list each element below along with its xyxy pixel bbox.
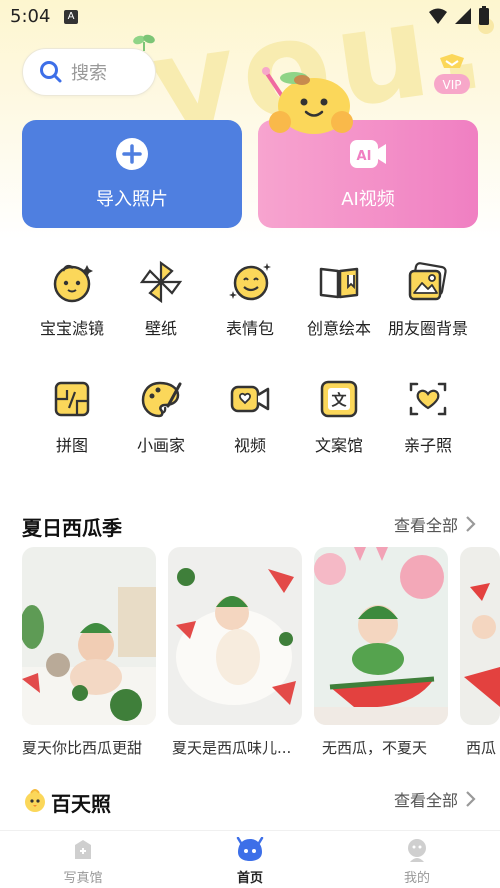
- sleeping-baby-photo: [168, 547, 302, 725]
- home-face-icon: [236, 837, 264, 861]
- summer-card-2[interactable]: [168, 547, 302, 725]
- status-time: 5:04: [10, 6, 51, 27]
- nav-label: 写真馆: [63, 871, 103, 886]
- feature-label: 朋友圈背景: [387, 319, 468, 338]
- bottom-navigation: 写真馆 首页 我的: [0, 830, 500, 888]
- feature-moments-background[interactable]: 朋友圈背景: [383, 259, 473, 339]
- feature-wallpaper[interactable]: 壁纸: [116, 259, 206, 339]
- feature-painter[interactable]: 小画家: [116, 376, 206, 456]
- text-icon: 文: [320, 380, 358, 418]
- see-all-label: 查看全部: [394, 791, 459, 810]
- import-photos-button[interactable]: 导入照片: [22, 120, 242, 228]
- puzzle-icon: [54, 381, 90, 417]
- vip-label: VIP: [443, 78, 462, 92]
- ai-video-icon: AI: [350, 140, 386, 168]
- heart-frame-icon: [409, 382, 447, 416]
- feature-label: 表情包: [225, 319, 274, 338]
- mascot-illustration: [262, 67, 353, 134]
- import-photos-label: 导入照片: [96, 189, 168, 210]
- feature-label: 亲子照: [403, 436, 452, 455]
- baby-face-icon: [53, 264, 93, 303]
- photo-icon: [408, 262, 447, 301]
- feature-copywriting[interactable]: 文 文案馆: [294, 376, 384, 456]
- status-bar: 5:04 A: [0, 0, 500, 34]
- summer-card-4-caption: 西瓜: [466, 739, 497, 757]
- feature-baby-filter[interactable]: 宝宝滤镜: [27, 259, 117, 339]
- feature-label: 壁纸: [144, 319, 177, 338]
- summer-card-3-caption: 无西瓜，不夏天: [322, 739, 428, 757]
- feature-picture-book[interactable]: 创意绘本: [294, 259, 384, 339]
- studio-icon: [75, 840, 91, 859]
- palette-icon: [141, 381, 182, 418]
- section-title-summer: 夏日西瓜季: [22, 516, 122, 540]
- see-all-hundred-days-button[interactable]: 查看全部: [394, 787, 476, 811]
- feature-family-photo[interactable]: 亲子照: [383, 376, 473, 456]
- feature-label: 视频: [233, 436, 266, 455]
- feature-label: 宝宝滤镜: [39, 319, 104, 338]
- feature-stickers[interactable]: 表情包: [205, 259, 295, 339]
- search-icon: [40, 61, 62, 83]
- feature-collage[interactable]: 拼图: [27, 376, 117, 456]
- vip-badge[interactable]: VIP: [430, 52, 474, 98]
- ai-video-label: AI视频: [341, 189, 395, 210]
- feature-label: 拼图: [55, 436, 88, 455]
- signal-icon: [455, 8, 471, 24]
- status-icons: [428, 6, 490, 26]
- nav-label: 我的: [403, 871, 430, 886]
- baby-watermelon-photo: [22, 547, 156, 725]
- summer-card-1-caption: 夏天你比西瓜更甜: [22, 739, 143, 757]
- baby-with-watermelon-photo: [314, 547, 448, 725]
- summer-card-3[interactable]: [314, 547, 448, 725]
- section-title-hundred-days: 百天照: [51, 792, 111, 816]
- battery-icon: [479, 6, 489, 25]
- see-all-label: 查看全部: [394, 516, 459, 535]
- video-icon: [230, 385, 270, 413]
- summer-card-2-caption: 夏天是西瓜味儿...: [172, 739, 292, 757]
- ai-video-button[interactable]: AI AI视频: [258, 120, 478, 228]
- nav-tab-profile[interactable]: 我的: [372, 837, 462, 886]
- chevron-right-icon: [466, 516, 476, 532]
- chick-icon: [25, 789, 45, 812]
- search-placeholder: 搜索: [71, 63, 107, 84]
- plus-circle-icon: [116, 138, 148, 170]
- see-all-summer-button[interactable]: 查看全部: [394, 512, 476, 536]
- pinwheel-icon: [139, 260, 183, 304]
- feature-label: 小画家: [136, 436, 185, 455]
- summer-card-4[interactable]: [460, 547, 500, 725]
- text-icon-glyph: 文: [331, 391, 347, 409]
- watermelon-photo-partial: [460, 547, 500, 725]
- book-icon: [319, 267, 359, 299]
- smiley-icon: [229, 263, 271, 301]
- nav-tab-studio[interactable]: 写真馆: [38, 837, 128, 886]
- ai-video-icon-text: AI: [357, 149, 372, 164]
- search-input[interactable]: 搜索: [22, 48, 156, 96]
- feature-label: 创意绘本: [306, 319, 371, 338]
- sprout-icon: [133, 34, 155, 51]
- chevron-right-icon: [466, 791, 476, 807]
- nav-label: 首页: [236, 871, 263, 886]
- feature-video[interactable]: 视频: [205, 376, 295, 456]
- notification-icon: A: [64, 10, 78, 24]
- profile-icon: [408, 839, 426, 862]
- nav-tab-home[interactable]: 首页: [205, 837, 295, 886]
- wifi-icon: [429, 8, 447, 24]
- feature-label: 文案馆: [314, 436, 363, 455]
- summer-card-1[interactable]: [22, 547, 156, 725]
